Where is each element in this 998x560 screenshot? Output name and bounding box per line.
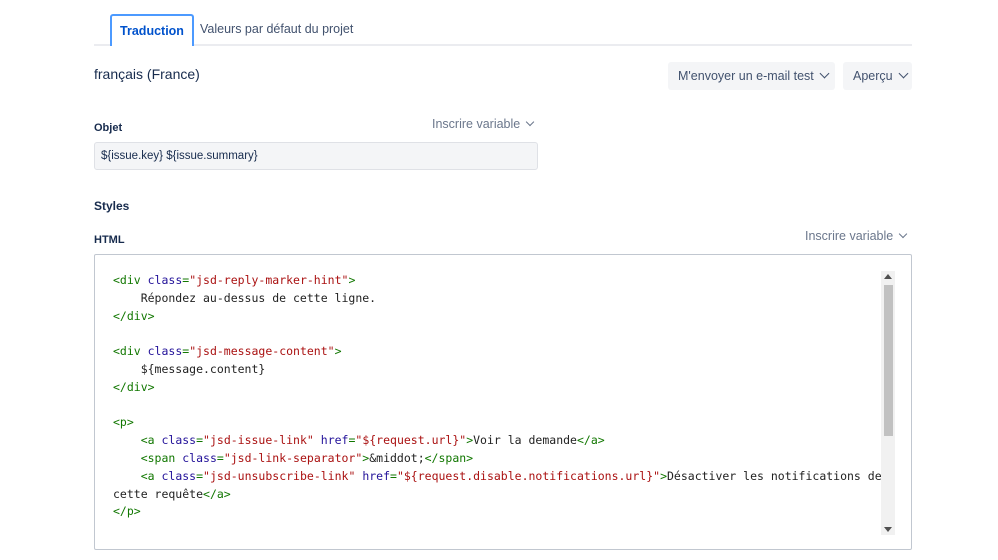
code-token: "jsd-issue-link"	[203, 433, 314, 448]
code-token: class	[147, 273, 183, 287]
code-token: "${request.disable.notifications.url}"	[396, 468, 661, 483]
tab-bar: Traduction Valeurs par défaut du projet	[94, 14, 912, 46]
code-token: <div	[113, 273, 148, 287]
code-token: >	[348, 273, 356, 287]
code-token: <a	[140, 433, 162, 448]
code-token: <div	[113, 344, 148, 359]
code-line: <div class="jsd-reply-marker-hint">	[113, 272, 873, 290]
code-token: href	[362, 468, 391, 483]
code-token: </a>	[576, 433, 605, 448]
code-token: =	[196, 468, 204, 483]
insert-variable-html-button[interactable]: Inscrire variable	[805, 229, 908, 243]
code-token: &middot;	[369, 450, 425, 465]
code-token: "jsd-message-content"	[189, 344, 335, 359]
code-line: </div>	[113, 379, 873, 397]
code-token: ${message.content}	[113, 361, 266, 376]
subject-input[interactable]: ${issue.key} ${issue.summary}	[94, 142, 538, 170]
code-line: </div>	[113, 308, 873, 326]
code-token: <span	[140, 450, 183, 465]
code-token: </a>	[203, 486, 231, 501]
code-line: <div class="jsd-message-content">	[113, 343, 873, 361]
code-token: =	[216, 450, 224, 465]
code-line: cette requête</a>	[113, 486, 873, 504]
preview-button[interactable]: Aperçu	[843, 62, 912, 90]
code-line: </p>	[113, 503, 873, 521]
insert-variable-label: Inscrire variable	[805, 229, 894, 243]
code-line: <a class="jsd-issue-link" href="${reques…	[113, 432, 873, 450]
code-token: </div>	[113, 379, 155, 394]
code-token: </p>	[113, 504, 141, 519]
code-token: >	[660, 468, 667, 483]
code-token: cette requête	[113, 486, 204, 501]
tab-project-defaults[interactable]: Valeurs par défaut du projet	[200, 14, 353, 42]
code-token: Désactiver les notifications de	[667, 468, 882, 483]
code-line: Répondez au-dessus de cette ligne.	[113, 290, 873, 308]
chevron-down-icon	[898, 229, 908, 239]
language-title: français (France)	[94, 66, 200, 82]
insert-variable-label: Inscrire variable	[432, 117, 521, 131]
code-token: <p>	[113, 415, 134, 430]
code-line: ${message.content}	[113, 361, 873, 379]
code-token: href	[320, 433, 349, 448]
html-label: HTML	[94, 234, 125, 246]
scroll-down-icon[interactable]	[884, 527, 892, 532]
scroll-up-icon[interactable]	[884, 274, 892, 279]
code-token: <a	[140, 468, 162, 483]
tab-traduction[interactable]: Traduction	[110, 14, 194, 46]
editor-scrollbar[interactable]	[881, 271, 895, 535]
code-token: class	[161, 433, 197, 448]
preview-label: Aperçu	[853, 69, 893, 83]
subject-label: Objet	[94, 122, 123, 134]
code-token: class	[182, 450, 217, 465]
code-token: </span>	[424, 450, 474, 465]
html-code-editor[interactable]: <div class="jsd-reply-marker-hint"> Répo…	[94, 254, 912, 550]
code-content[interactable]: <div class="jsd-reply-marker-hint"> Répo…	[113, 272, 882, 521]
code-line: <span class="jsd-link-separator">&middot…	[113, 450, 873, 468]
code-line: <p>	[113, 414, 873, 432]
code-token: class	[147, 344, 183, 359]
code-token: Répondez au-dessus de cette ligne.	[113, 290, 377, 305]
scrollbar-thumb[interactable]	[884, 285, 893, 436]
send-test-email-label: M'envoyer un e-mail test	[678, 69, 814, 83]
code-token: "jsd-link-separator"	[223, 450, 363, 465]
styles-heading: Styles	[94, 199, 130, 213]
code-token: </div>	[113, 308, 155, 323]
code-token: =	[390, 468, 397, 483]
code-token: class	[161, 468, 197, 483]
code-token: "jsd-unsubscribe-link"	[203, 468, 356, 483]
chevron-down-icon	[525, 117, 535, 127]
send-test-email-button[interactable]: M'envoyer un e-mail test	[668, 62, 835, 90]
chevron-down-icon	[898, 68, 909, 79]
code-token: "jsd-reply-marker-hint"	[189, 273, 349, 287]
code-line: <a class="jsd-unsubscribe-link" href="${…	[113, 468, 882, 486]
code-token: >	[334, 344, 342, 359]
code-token: =	[196, 433, 204, 448]
code-token: Voir la demande	[473, 433, 577, 448]
insert-variable-subject-button[interactable]: Inscrire variable	[432, 117, 535, 131]
chevron-down-icon	[819, 68, 830, 79]
code-token: "${request.url}"	[355, 433, 467, 448]
